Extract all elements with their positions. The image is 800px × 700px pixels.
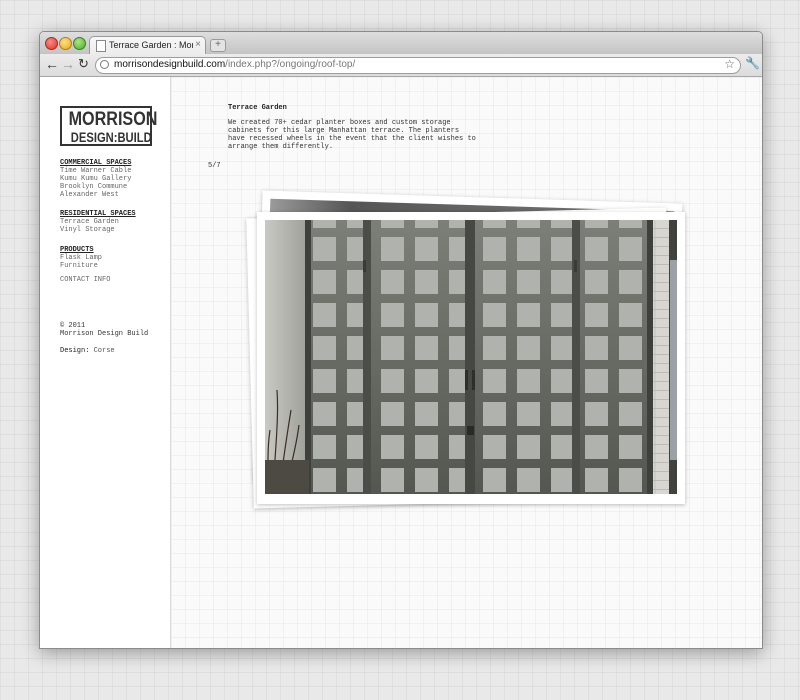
design-credit-link[interactable]: Corse bbox=[94, 347, 115, 355]
nav-link-terrace-garden[interactable]: Terrace Garden bbox=[60, 218, 136, 226]
design-label: Design: bbox=[60, 347, 90, 355]
nav-section-commercial: COMMERCIAL SPACES Time Warner Cable Kumu… bbox=[60, 159, 131, 199]
nav-heading-commercial: COMMERCIAL SPACES bbox=[60, 159, 132, 167]
tab-terrace-garden[interactable]: Terrace Garden : Morrison D × bbox=[89, 36, 206, 55]
footer-copyright: © 2011 Morrison Design Build bbox=[60, 322, 148, 338]
nav-link-time-warner-cable[interactable]: Time Warner Cable bbox=[60, 167, 131, 175]
web-page: MORRISON DESIGN:BUILD COMMERCIAL SPACES … bbox=[40, 77, 762, 648]
tab-strip: Terrace Garden : Morrison D × + bbox=[40, 32, 762, 55]
address-bar[interactable]: morrisondesignbuild.com/index.php?/ongoi… bbox=[95, 57, 741, 74]
bookmark-star-icon[interactable]: ☆ bbox=[724, 57, 735, 71]
tab-title: Terrace Garden : Morrison D bbox=[109, 40, 193, 50]
browser-toolbar: ← → ↻ morrisondesignbuild.com/index.php?… bbox=[40, 54, 762, 77]
sidebar: MORRISON DESIGN:BUILD COMMERCIAL SPACES … bbox=[40, 77, 171, 648]
zoom-window-button[interactable] bbox=[73, 37, 86, 50]
logo-line-1: MORRISON bbox=[68, 109, 158, 130]
nav-heading-products: PRODUCTS bbox=[60, 246, 94, 254]
close-tab-icon[interactable]: × bbox=[195, 39, 201, 50]
footer-design-credit: Design: Corse bbox=[60, 347, 115, 355]
forward-arrow-icon[interactable]: → bbox=[61, 56, 75, 72]
nav-link-vinyl-storage[interactable]: Vinyl Storage bbox=[60, 226, 136, 234]
project-description: We created 70+ cedar planter boxes and c… bbox=[228, 119, 476, 151]
site-logo[interactable]: MORRISON DESIGN:BUILD bbox=[60, 106, 158, 146]
url-text[interactable]: morrisondesignbuild.com/index.php?/ongoi… bbox=[114, 59, 355, 70]
url-host: morrisondesignbuild.com bbox=[114, 59, 226, 70]
copyright-year: © 2011 bbox=[60, 322, 86, 330]
project-title: Terrace Garden bbox=[228, 104, 287, 112]
back-arrow-icon[interactable]: ← bbox=[45, 56, 59, 72]
url-path: /index.php?/ongoing/roof-top/ bbox=[225, 59, 356, 70]
nav-section-residential: RESIDENTIAL SPACES Terrace Garden Vinyl … bbox=[60, 210, 136, 234]
nav-heading-residential: RESIDENTIAL SPACES bbox=[60, 210, 136, 218]
globe-icon bbox=[100, 60, 109, 69]
document-icon bbox=[96, 40, 106, 52]
main-content: Terrace Garden We created 70+ cedar plan… bbox=[171, 77, 762, 648]
terrace-photo-image bbox=[265, 220, 677, 494]
nav-link-alexander-west[interactable]: Alexander West bbox=[60, 191, 131, 199]
nav-section-products: PRODUCTS Flask Lamp Furniture bbox=[60, 246, 102, 270]
minimize-window-button[interactable] bbox=[59, 37, 72, 50]
logo-line-2: DESIGN:BUILD bbox=[70, 129, 152, 145]
current-photo[interactable] bbox=[257, 212, 685, 504]
reload-icon[interactable]: ↻ bbox=[78, 56, 89, 72]
nav-link-brooklyn-commune[interactable]: Brooklyn Commune bbox=[60, 183, 131, 191]
nav-link-contact-info[interactable]: CONTACT INFO bbox=[60, 276, 110, 284]
nav-link-flask-lamp[interactable]: Flask Lamp bbox=[60, 254, 102, 262]
nav-link-kumu-kumu-gallery[interactable]: Kumu Kumu Gallery bbox=[60, 175, 131, 183]
slide-counter: 5/7 bbox=[208, 162, 221, 170]
company-name: Morrison Design Build bbox=[60, 330, 149, 338]
photo-svg bbox=[265, 220, 677, 494]
nav-contact-info[interactable]: CONTACT INFO bbox=[60, 276, 110, 284]
new-tab-button[interactable]: + bbox=[210, 39, 226, 52]
browser-window: Terrace Garden : Morrison D × + ← → ↻ mo… bbox=[39, 31, 763, 649]
close-window-button[interactable] bbox=[45, 37, 58, 50]
nav-link-furniture[interactable]: Furniture bbox=[60, 262, 102, 270]
photo-stack[interactable] bbox=[244, 189, 694, 549]
wrench-icon[interactable]: 🔧 bbox=[745, 56, 760, 70]
